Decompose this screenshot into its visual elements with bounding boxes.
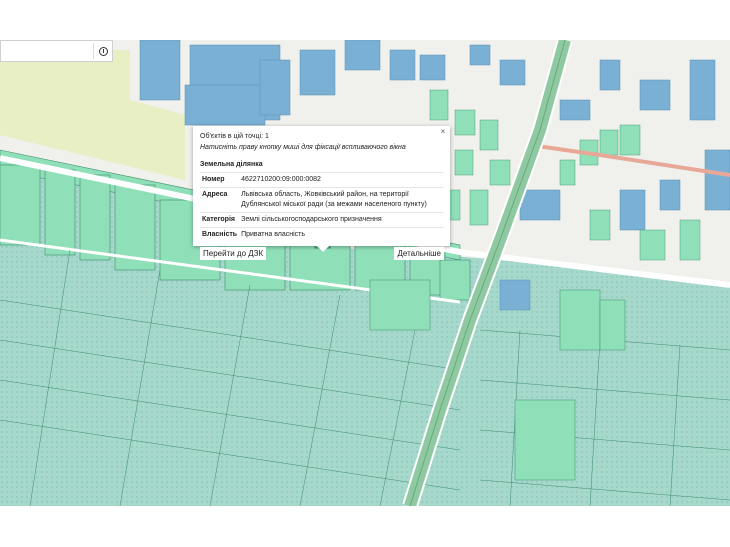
table-row: Власність Приватна власність xyxy=(200,227,444,242)
attributes-table: Номер 4622710200:09:000:0082 Адреса Льві… xyxy=(200,172,444,242)
info-button[interactable] xyxy=(93,43,112,59)
table-row: Категорія Землі сільськогосподарського п… xyxy=(200,212,444,228)
popup-hint: Натисніть праву кнопку миші для фіксації… xyxy=(200,144,406,151)
table-row: Адреса Львівська область, Жовківський ра… xyxy=(200,187,444,213)
table-row: Номер 4622710200:09:000:0082 xyxy=(200,172,444,188)
attr-value: Землі сільськогосподарського призначення xyxy=(239,212,444,228)
feature-popup: × Об'єктів в цій точці: 1 Натисніть прав… xyxy=(193,126,450,260)
attr-key: Власність xyxy=(200,227,240,242)
attr-value: Львівська область, Жовківський район, на… xyxy=(239,187,444,213)
attr-value: Приватна власність xyxy=(239,227,444,242)
attr-key: Адреса xyxy=(200,187,240,213)
close-icon[interactable]: × xyxy=(439,128,447,136)
search-input[interactable] xyxy=(1,41,91,61)
popup-section-title: Земельна ділянка xyxy=(200,161,263,168)
attr-key: Категорія xyxy=(200,212,240,228)
popup-object-count: Об'єктів в цій точці: 1 xyxy=(200,133,269,140)
map-canvas[interactable] xyxy=(0,40,730,506)
details-button[interactable]: Детальніше xyxy=(394,247,444,260)
search-box xyxy=(0,40,113,62)
attr-key: Номер xyxy=(200,172,240,188)
go-to-dzk-button[interactable]: Перейти до ДЗК xyxy=(200,247,267,260)
popup-pointer xyxy=(317,246,329,252)
info-icon xyxy=(98,46,108,56)
attr-value: 4622710200:09:000:0082 xyxy=(239,172,444,188)
map-layer xyxy=(0,40,730,506)
